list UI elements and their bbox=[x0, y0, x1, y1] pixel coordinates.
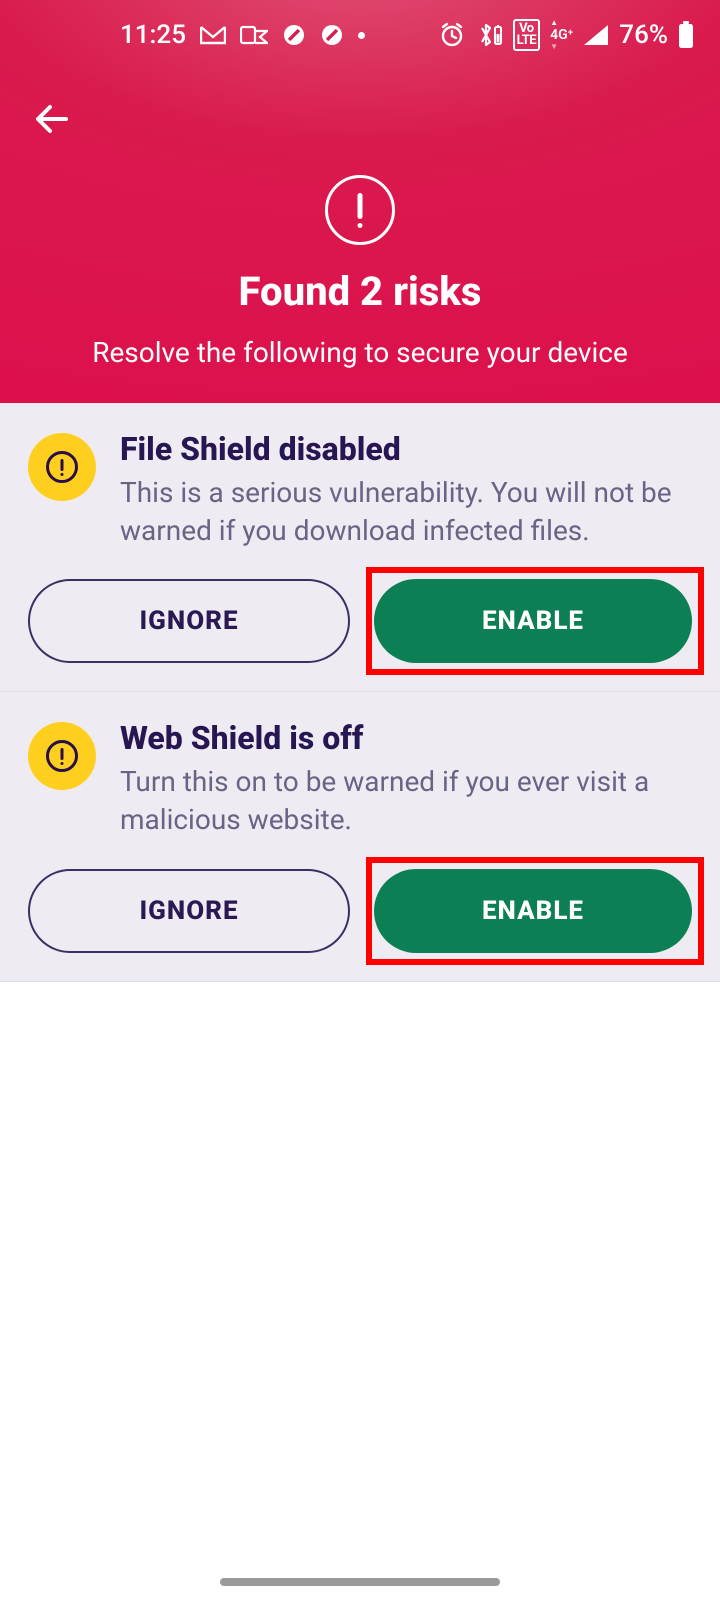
hero-subtitle: Resolve the following to secure your dev… bbox=[0, 336, 720, 369]
ignore-button[interactable]: IGNORE bbox=[28, 869, 350, 953]
outlook-icon bbox=[240, 25, 268, 45]
signal-icon bbox=[583, 24, 609, 46]
home-indicator[interactable] bbox=[220, 1578, 500, 1586]
dnd-icon-2 bbox=[320, 23, 344, 47]
screen: 11:25 bbox=[0, 0, 720, 1600]
enable-button[interactable]: ENABLE bbox=[374, 579, 692, 663]
risk-card-web-shield: Web Shield is off Turn this on to be war… bbox=[0, 692, 720, 981]
arrow-left-icon bbox=[32, 99, 72, 139]
alarm-icon bbox=[439, 22, 465, 48]
enable-button[interactable]: ENABLE bbox=[374, 869, 692, 953]
dnd-icon bbox=[282, 23, 306, 47]
status-right: Vo LTE ▲ 4G⁺ ▼ 76% bbox=[439, 17, 694, 53]
risk-title: File Shield disabled bbox=[120, 431, 692, 468]
warning-icon bbox=[28, 722, 96, 790]
bluetooth-battery-icon bbox=[475, 22, 503, 48]
battery-icon bbox=[678, 21, 694, 49]
risk-title: Web Shield is off bbox=[120, 720, 692, 757]
status-time: 11:25 bbox=[120, 20, 186, 50]
status-left: 11:25 bbox=[120, 20, 365, 50]
alert-icon bbox=[325, 175, 395, 245]
risk-description: This is a serious vulnerability. You wil… bbox=[120, 474, 692, 550]
warning-icon bbox=[28, 433, 96, 501]
battery-percent: 76% bbox=[619, 20, 668, 50]
volte-badge: Vo LTE bbox=[513, 19, 540, 51]
back-button[interactable] bbox=[28, 95, 76, 143]
ignore-button[interactable]: IGNORE bbox=[28, 579, 350, 663]
risk-list: File Shield disabled This is a serious v… bbox=[0, 403, 720, 982]
hero-title: Found 2 risks bbox=[0, 268, 720, 315]
risk-description: Turn this on to be warned if you ever vi… bbox=[120, 763, 692, 839]
risk-card-file-shield: File Shield disabled This is a serious v… bbox=[0, 403, 720, 692]
more-notifications-dot bbox=[358, 32, 365, 39]
hero-header: 11:25 bbox=[0, 0, 720, 403]
gmail-icon bbox=[200, 25, 226, 45]
network-type: ▲ 4G⁺ ▼ bbox=[550, 17, 573, 53]
status-bar: 11:25 bbox=[0, 0, 720, 70]
